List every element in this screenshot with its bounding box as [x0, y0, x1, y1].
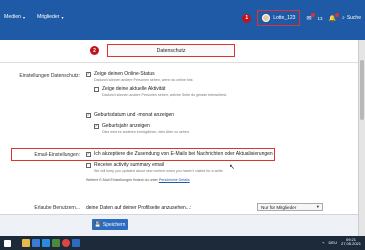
privacy-settings-label: Einstellungen Datenschutz:	[19, 73, 80, 79]
windows-taskbar: ⌁ DEU 09:21 27.05.2021	[0, 236, 365, 250]
notification-dot	[335, 12, 339, 17]
scrollbar-thumb[interactable]	[360, 60, 364, 120]
network-icon[interactable]: ⌁	[322, 240, 324, 245]
online-status-option[interactable]: ✓ Zeige deinen Online-Status	[86, 71, 155, 77]
nav-item-mitglieder[interactable]: Mitglieder ▾	[37, 14, 64, 20]
mouse-cursor-icon: ↖	[229, 164, 235, 171]
save-icon: 💾	[94, 221, 101, 228]
search-label: Suche	[346, 15, 361, 21]
summary-email-checkbox[interactable]	[86, 162, 91, 168]
inbox-icon[interactable]: ✉	[306, 12, 315, 22]
page-title: Datenschutz	[107, 44, 235, 57]
page-title-row: 2 Datenschutz	[90, 44, 235, 57]
divider	[0, 62, 358, 63]
top-navigation: Medien ▾ Mitglieder ▾ 1 Lotte_123 ✉ 13 🔔…	[0, 0, 365, 40]
profile-view-select[interactable]: Nur für Mitglieder ▾	[257, 203, 323, 211]
clock-date: 27.05.2021	[340, 241, 361, 247]
email-accept-option[interactable]: ✓ Ich akzeptiere die Zusendung von E-Mai…	[86, 151, 273, 157]
birth-year-hint: Dies wird es anderen ermöglichen, dein A…	[102, 130, 190, 134]
allow-users-label: Erlaube Benutzern...	[34, 205, 80, 211]
mail-icon[interactable]	[32, 239, 40, 247]
annotation-marker-1: 1	[242, 13, 252, 23]
birthday-option[interactable]: ✓ Geburtsdatum und -monat anzeigen	[86, 112, 174, 118]
language-indicator[interactable]: DEU	[329, 240, 337, 245]
more-email-settings-text: Weitere E-Mail Einstellungen findest du …	[86, 178, 190, 182]
nav-count[interactable]: 13	[318, 16, 323, 21]
nav-links: Medien ▾ Mitglieder ▾	[4, 14, 64, 20]
summary-email-hint: We will keep you updated about new conte…	[94, 169, 224, 173]
nav-item-medien[interactable]: Medien ▾	[4, 14, 25, 20]
chrome-icon[interactable]	[62, 239, 70, 247]
activity-label: Zeige deine aktuelle Aktivität	[102, 86, 166, 92]
windows-start-icon[interactable]	[4, 239, 11, 247]
search-icon: ⌕	[342, 15, 345, 21]
online-status-checkbox[interactable]: ✓	[86, 71, 91, 77]
birth-year-label: Geburtsjahr anzeigen	[102, 123, 150, 129]
summary-email-option[interactable]: Receive activity summary email	[86, 162, 164, 168]
profile-view-select-value: Nur für Mitglieder	[261, 204, 297, 210]
user-menu-button[interactable]: Lotte_123	[257, 10, 301, 26]
main-content: 2 Datenschutz Einstellungen Datenschutz:…	[0, 40, 358, 236]
username: Lotte_123	[273, 15, 296, 21]
email-accept-checkbox[interactable]: ✓	[86, 151, 91, 157]
word-icon[interactable]	[72, 239, 80, 247]
nav-user-area: 1 Lotte_123 ✉ 13 🔔 ⌕ Suche	[242, 10, 361, 26]
online-status-label: Zeige deinen Online-Status	[94, 71, 155, 77]
annotation-marker-2: 2	[90, 46, 99, 55]
search-button[interactable]: ⌕ Suche	[342, 15, 361, 21]
notification-dot	[310, 12, 315, 17]
save-button-label: Speichern	[102, 221, 126, 228]
online-status-hint: Dadurch können andere Personen sehen, we…	[94, 78, 194, 82]
store-icon[interactable]	[52, 239, 60, 247]
summary-email-label: Receive activity summary email	[94, 162, 165, 168]
email-accept-label: Ich akzeptiere die Zusendung von E-Mails…	[94, 151, 273, 157]
chevron-down-icon: ▾	[316, 204, 319, 209]
activity-checkbox[interactable]	[94, 86, 99, 92]
save-button[interactable]: 💾 Speichern	[92, 219, 128, 230]
birthday-checkbox[interactable]: ✓	[86, 112, 91, 118]
birthday-label: Geburtsdatum und -monat anzeigen	[94, 112, 175, 118]
clock[interactable]: 09:21 27.05.2021	[340, 237, 361, 247]
email-settings-label: Email-Einstellungen:	[34, 152, 80, 158]
save-bar: 💾 Speichern	[0, 214, 358, 236]
bell-icon[interactable]: 🔔	[329, 12, 339, 22]
activity-hint: Dadurch können andere Personen sehen, we…	[102, 93, 228, 97]
birth-year-checkbox[interactable]: ✓	[94, 123, 99, 129]
avatar	[262, 14, 271, 22]
file-explorer-icon[interactable]	[22, 239, 30, 247]
edge-icon[interactable]	[42, 239, 50, 247]
system-tray: ⌁ DEU 09:21 27.05.2021	[322, 237, 361, 247]
profile-view-row-label: deine Daten auf deiner Profilseite anzus…	[86, 205, 192, 211]
page-scrollbar[interactable]	[358, 40, 365, 236]
nav-item-label: Mitglieder	[37, 14, 60, 20]
more-email-settings-prefix: Weitere E-Mail Einstellungen findest du …	[86, 178, 158, 182]
chevron-down-icon: ▾	[61, 14, 64, 20]
nav-item-label: Medien	[4, 14, 22, 20]
birth-year-option[interactable]: ✓ Geburtsjahr anzeigen	[94, 123, 150, 129]
chevron-down-icon: ▾	[23, 14, 26, 20]
activity-option[interactable]: Zeige deine aktuelle Aktivität	[94, 86, 165, 92]
personal-details-link[interactable]: Persönliche Details	[159, 178, 190, 182]
